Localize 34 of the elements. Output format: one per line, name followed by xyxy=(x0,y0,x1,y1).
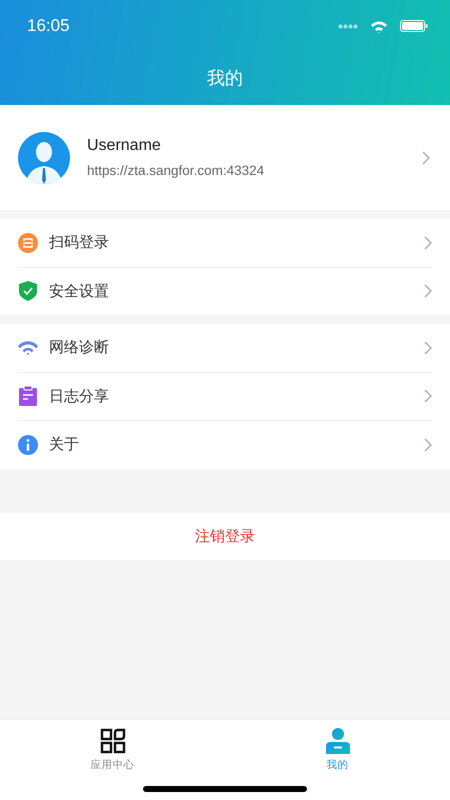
grid-icon xyxy=(100,728,126,754)
wifi-icon xyxy=(18,340,38,355)
menu-item[interactable]: 日志分享 xyxy=(18,372,432,421)
avatar-icon xyxy=(18,132,70,184)
status-time: 16:05 xyxy=(27,16,70,36)
wifi-icon xyxy=(370,20,388,32)
profile-row[interactable]: Username https://zta.sangfor.com:43324 xyxy=(0,105,450,210)
tab[interactable]: 应用中心 xyxy=(0,720,225,800)
menu-label: 网络诊断 xyxy=(49,338,110,358)
menu-item[interactable]: 扫码登录 xyxy=(18,219,432,268)
clipboard-icon xyxy=(18,386,38,406)
person-icon xyxy=(326,728,350,754)
info-icon xyxy=(18,434,38,455)
signal-icon xyxy=(338,24,358,28)
menu-item[interactable]: 关于 xyxy=(18,421,432,468)
chevron-icon xyxy=(424,438,432,452)
chevron-icon xyxy=(422,150,430,164)
chevron-icon xyxy=(424,284,432,298)
menu-label: 安全设置 xyxy=(49,282,110,301)
page-title: 我的 xyxy=(206,67,244,90)
menu-item[interactable]: 安全设置 xyxy=(18,268,432,315)
logout-button[interactable]: 注销登录 xyxy=(0,512,450,560)
battery-icon xyxy=(400,20,428,32)
menu-item[interactable]: 网络诊断 xyxy=(18,324,432,372)
menu-label: 关于 xyxy=(49,435,80,454)
shield-check-icon xyxy=(18,281,38,302)
chevron-icon xyxy=(424,389,432,404)
scan-icon xyxy=(18,232,38,253)
chevron-icon xyxy=(424,236,432,250)
menu-label: 扫码登录 xyxy=(49,233,110,252)
menu-label: 日志分享 xyxy=(49,386,110,406)
server-address: https://zta.sangfor.com:43324 xyxy=(87,163,266,178)
chevron-icon xyxy=(424,340,432,355)
username: Username xyxy=(87,137,162,155)
